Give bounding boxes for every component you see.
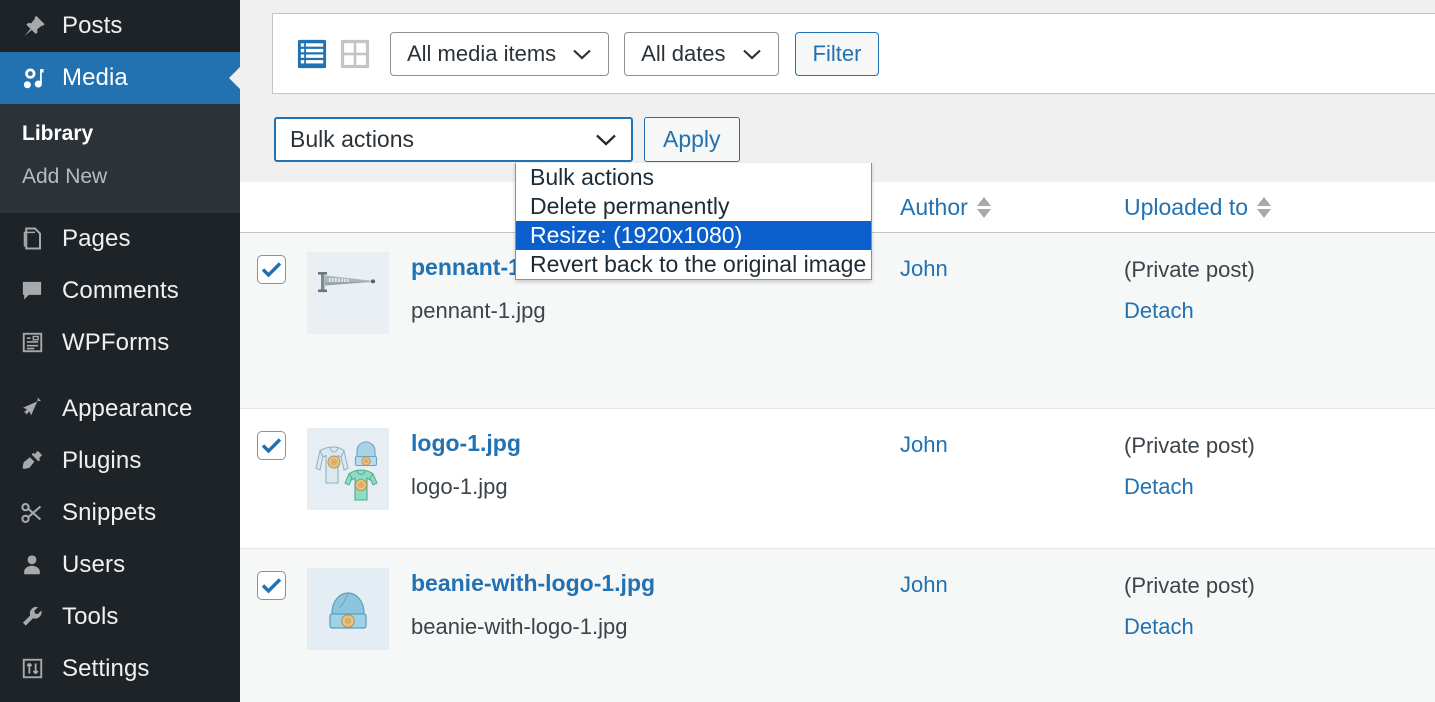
- author-link[interactable]: John: [900, 256, 948, 282]
- list-view-icon[interactable]: [296, 38, 328, 70]
- chevron-down-icon: [595, 126, 617, 153]
- sidebar-item-label: WPForms: [62, 329, 169, 357]
- table-row[interactable]: logo-1.jpg logo-1.jpg John (Private post…: [240, 408, 1435, 548]
- wrench-icon: [12, 600, 52, 634]
- beanie-thumbnail[interactable]: [307, 568, 389, 650]
- sidebar-item-plugins[interactable]: Plugins: [0, 435, 240, 487]
- sort-arrows-icon: [977, 197, 991, 218]
- sidebar-item-wpforms[interactable]: WPForms: [0, 317, 240, 369]
- media-filter-toolbar: All media items All dates Filter: [272, 13, 1435, 94]
- detach-link[interactable]: Detach: [1124, 297, 1255, 326]
- sidebar-item-add-new[interactable]: Add New: [0, 155, 240, 198]
- bulk-actions-select[interactable]: Bulk actions: [274, 117, 633, 162]
- scissors-icon: [12, 496, 52, 530]
- column-header-author[interactable]: Author: [900, 182, 991, 233]
- file-name-text: logo-1.jpg: [411, 473, 931, 502]
- date-filter-value: All dates: [641, 41, 725, 67]
- media-library-main: All media items All dates Filter Bulk ac…: [240, 0, 1435, 702]
- sidebar-item-label: Appearance: [62, 395, 192, 423]
- bulk-option-revert[interactable]: Revert back to the original image: [516, 250, 871, 279]
- bulk-actions-select-wrap: Bulk actions: [274, 117, 633, 162]
- uploaded-to-cell: (Private post) Detach: [1124, 256, 1255, 325]
- row-checkbox[interactable]: [257, 255, 286, 284]
- chevron-down-icon: [572, 41, 592, 67]
- media-type-filter-select[interactable]: All media items: [390, 32, 609, 76]
- file-name-text: pennant-1.jpg: [411, 297, 931, 326]
- sidebar-item-tools[interactable]: Tools: [0, 591, 240, 643]
- file-title-cell: logo-1.jpg logo-1.jpg: [411, 429, 931, 501]
- row-checkbox-wrap: [257, 431, 286, 460]
- active-menu-pointer: [229, 66, 240, 90]
- settings-sliders-icon: [12, 652, 52, 686]
- sidebar-item-label: Snippets: [62, 499, 156, 527]
- appearance-brush-icon: [12, 392, 52, 426]
- row-checkbox[interactable]: [257, 571, 286, 600]
- sidebar-item-media[interactable]: Media: [0, 52, 240, 104]
- file-title-cell: beanie-with-logo-1.jpg beanie-with-logo-…: [411, 569, 931, 641]
- sidebar-item-label: Tools: [62, 603, 119, 631]
- row-checkbox-wrap: [257, 255, 286, 284]
- pennant-thumbnail[interactable]: [307, 252, 389, 334]
- view-mode-switch: [296, 38, 371, 70]
- media-type-filter-value: All media items: [407, 41, 556, 67]
- row-checkbox[interactable]: [257, 431, 286, 460]
- date-filter-select[interactable]: All dates: [624, 32, 778, 76]
- bulk-option-bulk-actions[interactable]: Bulk actions: [516, 163, 871, 192]
- user-icon: [12, 548, 52, 582]
- author-link[interactable]: John: [900, 432, 948, 458]
- wpforms-icon: [12, 326, 52, 360]
- plugin-icon: [12, 444, 52, 478]
- detach-link[interactable]: Detach: [1124, 613, 1255, 642]
- file-title-link[interactable]: logo-1.jpg: [411, 429, 931, 459]
- sidebar-item-comments[interactable]: Comments: [0, 265, 240, 317]
- logo-apparel-thumbnail[interactable]: [307, 428, 389, 510]
- sidebar-item-label: Pages: [62, 225, 131, 253]
- uploaded-to-cell: (Private post) Detach: [1124, 572, 1255, 641]
- pages-icon: [12, 222, 52, 256]
- media-icon: [12, 61, 52, 95]
- wordpress-admin-screen: Posts Media Library Add New: [0, 0, 1435, 702]
- table-row[interactable]: beanie-with-logo-1.jpg beanie-with-logo-…: [240, 548, 1435, 702]
- sort-arrows-icon: [1257, 197, 1271, 218]
- sidebar-item-appearance[interactable]: Appearance: [0, 383, 240, 435]
- sidebar-item-posts[interactable]: Posts: [0, 0, 240, 52]
- uploaded-to-text: (Private post): [1124, 257, 1255, 282]
- file-title-link[interactable]: beanie-with-logo-1.jpg: [411, 569, 931, 599]
- media-submenu: Library Add New: [0, 104, 240, 213]
- sidebar-item-label: Settings: [62, 655, 150, 683]
- bulk-option-delete-permanently[interactable]: Delete permanently: [516, 192, 871, 221]
- uploaded-to-text: (Private post): [1124, 573, 1255, 598]
- bulk-option-resize[interactable]: Resize: (1920x1080): [516, 221, 871, 250]
- column-header-label: Author: [900, 194, 968, 221]
- chevron-down-icon: [742, 41, 762, 67]
- sidebar-item-label: Comments: [62, 277, 179, 305]
- sidebar-item-label: Plugins: [62, 447, 141, 475]
- bulk-actions-selected-value: Bulk actions: [290, 126, 414, 153]
- sidebar-item-label: Media: [62, 64, 128, 92]
- sidebar-item-users[interactable]: Users: [0, 539, 240, 591]
- sidebar-item-library[interactable]: Library: [0, 112, 240, 155]
- file-name-text: beanie-with-logo-1.jpg: [411, 613, 931, 642]
- sidebar-item-label: Users: [62, 551, 125, 579]
- filter-button[interactable]: Filter: [795, 32, 880, 76]
- row-checkbox-wrap: [257, 571, 286, 600]
- grid-view-icon[interactable]: [339, 38, 371, 70]
- author-link[interactable]: John: [900, 572, 948, 598]
- pin-icon: [12, 9, 52, 43]
- column-header-uploaded-to[interactable]: Uploaded to: [1124, 182, 1271, 233]
- sidebar-item-pages[interactable]: Pages: [0, 213, 240, 265]
- apply-button[interactable]: Apply: [644, 117, 740, 162]
- admin-sidebar: Posts Media Library Add New: [0, 0, 240, 702]
- uploaded-to-text: (Private post): [1124, 433, 1255, 458]
- sidebar-item-snippets[interactable]: Snippets: [0, 487, 240, 539]
- uploaded-to-cell: (Private post) Detach: [1124, 432, 1255, 501]
- column-header-label: Uploaded to: [1124, 194, 1248, 221]
- comments-icon: [12, 274, 52, 308]
- bulk-actions-dropdown-list[interactable]: Bulk actions Delete permanently Resize: …: [515, 163, 872, 280]
- detach-link[interactable]: Detach: [1124, 473, 1255, 502]
- sidebar-item-label: Posts: [62, 12, 123, 40]
- sidebar-item-settings[interactable]: Settings: [0, 643, 240, 695]
